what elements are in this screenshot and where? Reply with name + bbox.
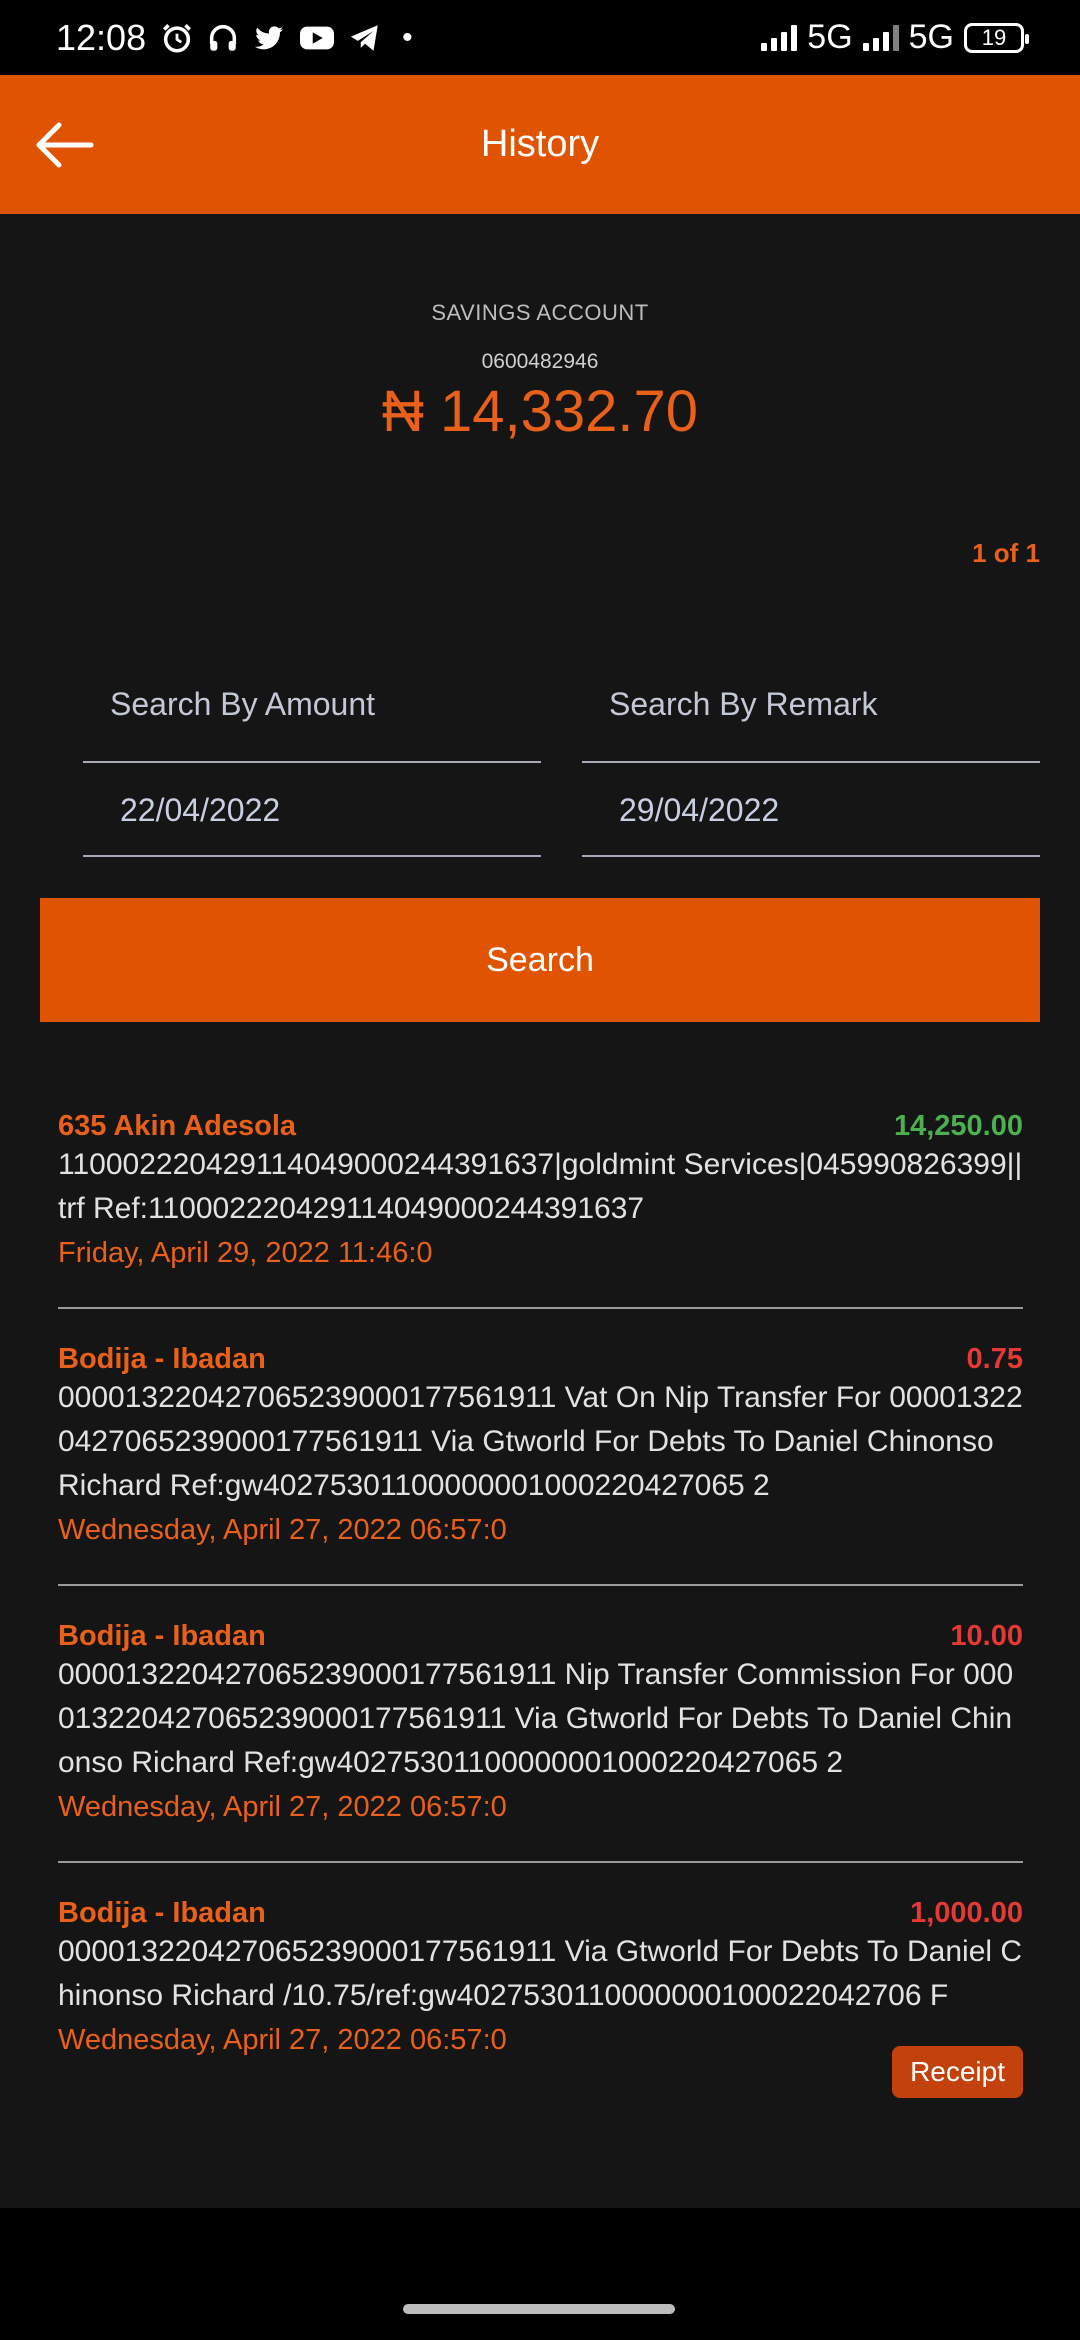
end-date-field[interactable]: 29/04/2022 <box>582 778 1040 857</box>
system-nav-bar <box>0 2208 1080 2340</box>
telegram-icon <box>350 24 378 51</box>
account-summary: SAVINGS ACCOUNT 0600482946 ₦ 14,332.70 <box>0 300 1080 445</box>
battery-icon: 19 <box>964 22 1029 53</box>
transaction-branch: Bodija - Ibadan <box>58 1620 266 1652</box>
transaction-description: 000013220427065239000177561911 Vat On Ni… <box>58 1381 1023 1502</box>
account-balance: ₦ 14,332.70 <box>381 379 699 444</box>
transaction-item[interactable]: Bodija - Ibadan 1,000.00 000013220427065… <box>58 1887 1023 2098</box>
search-button[interactable]: Search <box>40 898 1040 1022</box>
transaction-date: Wednesday, April 27, 2022 06:57:0 <box>58 1791 507 1823</box>
network-label-2: 5G <box>908 18 954 56</box>
transaction-branch: Bodija - Ibadan <box>58 1897 266 1929</box>
transaction-amount-debit: 10.00 <box>950 1620 1023 1652</box>
signal-icon <box>761 24 798 51</box>
transaction-branch: 635 Akin Adesola <box>58 1110 297 1142</box>
notification-icons: • <box>160 21 413 55</box>
more-dot-icon: • <box>402 20 413 54</box>
transaction-list[interactable]: 635 Akin Adesola 14,250.00 1100022204291… <box>58 1100 1023 2208</box>
start-date-field[interactable]: 22/04/2022 <box>83 778 541 857</box>
page-indicator: 1 of 1 <box>972 538 1040 568</box>
remark-search-input[interactable]: Search By Remark <box>582 676 1040 763</box>
alarm-icon <box>163 23 192 53</box>
transaction-amount-debit: 1,000.00 <box>910 1897 1023 1929</box>
account-type: SAVINGS ACCOUNT <box>431 300 649 325</box>
transaction-date: Wednesday, April 27, 2022 06:57:0 <box>58 1514 507 1546</box>
signal-icon-2 <box>862 24 899 51</box>
transaction-date: Friday, April 29, 2022 11:46:0 <box>58 1237 433 1269</box>
receipt-button[interactable]: Receipt <box>892 2046 1023 2098</box>
transaction-amount-debit: 0.75 <box>966 1343 1023 1375</box>
transaction-description: 000013220427065239000177561911 Nip Trans… <box>58 1658 1014 1779</box>
start-date-value: 22/04/2022 <box>120 792 281 828</box>
headphones-icon <box>209 24 237 51</box>
network-label: 5G <box>807 18 853 56</box>
page-title: History <box>480 123 600 165</box>
transaction-item[interactable]: Bodija - Ibadan 0.75 0000132204270652390… <box>58 1333 1023 1586</box>
transaction-description: 000013220427065239000177561911 Via Gtwor… <box>58 1935 1023 2012</box>
account-number: 0600482946 <box>481 350 599 373</box>
end-date-value: 29/04/2022 <box>619 792 780 828</box>
transaction-amount-credit: 14,250.00 <box>893 1110 1023 1142</box>
battery-level: 19 <box>981 24 1007 50</box>
transaction-description: 110002220429114049000244391637|goldmint … <box>58 1148 1023 1225</box>
twitter-icon <box>254 25 284 49</box>
app-bar: History <box>0 75 1080 214</box>
arrow-left-icon <box>36 122 94 168</box>
back-button[interactable] <box>28 109 100 181</box>
home-indicator[interactable] <box>403 2304 675 2314</box>
transaction-branch: Bodija - Ibadan <box>58 1343 266 1375</box>
status-right: 5G 5G 19 <box>761 18 1029 57</box>
remark-search-placeholder: Search By Remark <box>609 686 878 722</box>
status-bar: 12:08 • 5G 5G 19 <box>0 0 1080 75</box>
transaction-item[interactable]: Bodija - Ibadan 10.00 000013220427065239… <box>58 1610 1023 1863</box>
transaction-date: Wednesday, April 27, 2022 06:57:0 <box>58 2024 507 2056</box>
amount-search-input[interactable]: Search By Amount <box>83 676 541 763</box>
status-time: 12:08 <box>56 16 147 58</box>
amount-search-placeholder: Search By Amount <box>110 686 376 722</box>
transaction-item[interactable]: 635 Akin Adesola 14,250.00 1100022204291… <box>58 1100 1023 1309</box>
youtube-icon <box>300 26 335 49</box>
